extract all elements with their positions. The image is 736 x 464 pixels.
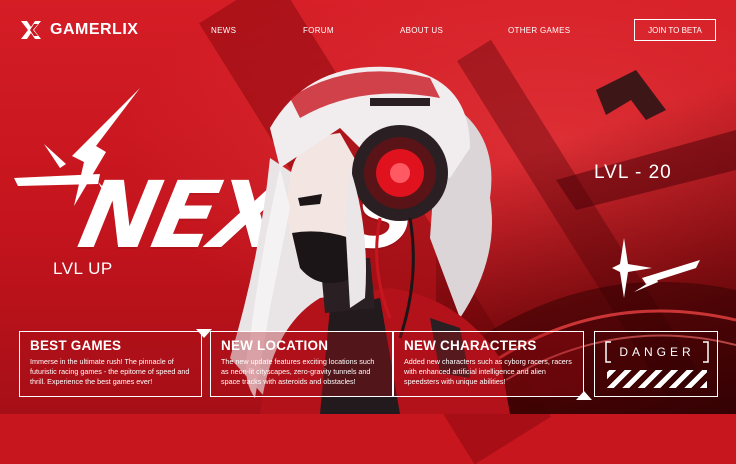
star-spark-icon (612, 238, 700, 298)
join-beta-label: JOIN TO BETA (648, 25, 702, 35)
card-title: BEST GAMES (30, 338, 122, 353)
card-new-location[interactable]: NEW LOCATION The new update features exc… (210, 331, 393, 397)
danger-label: DANGER (619, 345, 695, 359)
card-title: NEW LOCATION (221, 338, 329, 353)
lvl-up-tag: LVL UP (53, 259, 113, 278)
brand-name: GAMERLIX (50, 21, 139, 38)
nav-about-us[interactable]: ABOUT US (400, 26, 443, 35)
arrow-burst-icon (14, 88, 140, 206)
gamerlix-logo-icon (21, 21, 41, 39)
lvl-20-tag: LVL - 20 (594, 162, 672, 183)
card-title: NEW CHARACTERS (404, 338, 537, 353)
card-body: The new update features exciting locatio… (221, 357, 375, 386)
card-notch-icon (196, 329, 212, 338)
card-best-games[interactable]: BEST GAMES Immerse in the ultimate rush!… (19, 331, 202, 397)
nav-forum[interactable]: FORUM (303, 26, 334, 35)
card-body: Immerse in the ultimate rush! The pinnac… (30, 357, 190, 386)
hazard-stripes-icon (607, 370, 707, 388)
card-notch-icon (576, 391, 592, 400)
brand-logo[interactable]: GAMERLIX (20, 19, 138, 41)
nav-other-games[interactable]: OTHER GAMES (508, 26, 570, 35)
card-body: Added new characters such as cyborg race… (404, 357, 572, 386)
card-new-characters[interactable]: NEW CHARACTERS Added new characters such… (393, 331, 584, 397)
nav-news[interactable]: NEWS (211, 26, 236, 35)
join-beta-button[interactable]: JOIN TO BETA (634, 19, 716, 41)
danger-panel: DANGER (594, 331, 718, 397)
